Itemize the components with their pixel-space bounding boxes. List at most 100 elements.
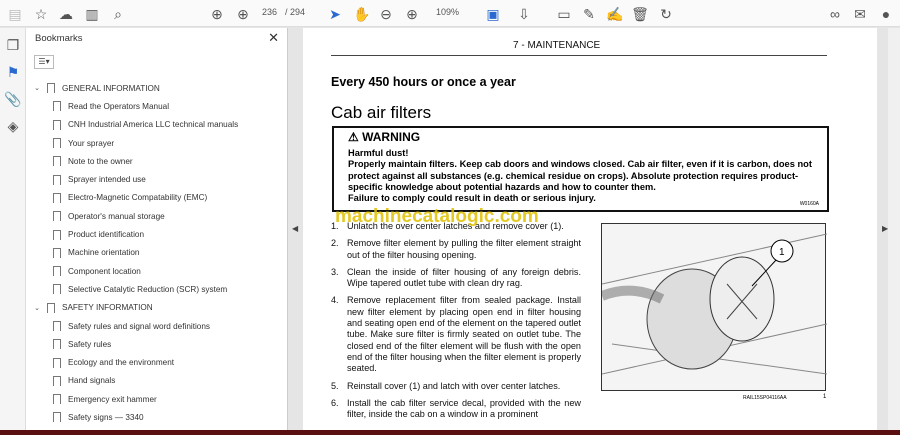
fit-page-icon[interactable]: ▣ — [484, 5, 502, 23]
toolbar: ▤ ☆ ☁ ▥ ⌕ ⊕ ⊕ 236 / 294 ➤ ✋ ⊖ ⊕ 109% ▣ ⇩… — [0, 0, 900, 27]
star-icon[interactable]: ☆ — [32, 5, 50, 23]
bookmark-item[interactable]: Safety rules and signal word definitions — [26, 317, 281, 335]
bookmark-item[interactable]: Product identification — [26, 225, 281, 243]
page-total: / 294 — [285, 7, 306, 17]
step-item: 6. Install the cab filter service decal, … — [331, 398, 581, 421]
vertical-scrollbar[interactable] — [888, 28, 900, 430]
step-number: 2. — [331, 238, 339, 249]
bookmark-item[interactable]: Machine orientation — [26, 244, 281, 262]
bookmark-label: Safety rules — [68, 339, 112, 349]
bookmark-item[interactable]: Sprayer intended use — [26, 170, 281, 188]
print-icon[interactable]: ▥ — [83, 5, 101, 23]
bookmark-options-icon[interactable]: ☰▾ — [34, 55, 54, 69]
sign-icon[interactable]: ✍ — [606, 5, 624, 23]
bookmark-flag-icon — [53, 119, 61, 130]
bookmark-label: Operator's manual storage — [68, 211, 165, 221]
close-icon[interactable]: ✕ — [268, 30, 279, 46]
bookmark-item[interactable]: CNH Industrial America LLC technical man… — [26, 116, 281, 134]
next-page-icon[interactable]: ⊕ — [234, 5, 252, 23]
bookmark-flag-icon — [53, 229, 61, 240]
trash-icon[interactable]: 🗑 — [631, 5, 649, 23]
bookmark-item[interactable]: Component location — [26, 262, 281, 280]
page-title: Cab air filters — [331, 103, 432, 122]
bookmark-label: SAFETY INFORMATION — [62, 303, 153, 313]
collapse-left-icon[interactable]: ◀ — [292, 224, 298, 233]
bookmark-flag-icon — [53, 321, 61, 331]
bookmark-flag-icon — [53, 339, 61, 350]
bookmark-flag-icon — [53, 101, 61, 112]
scroll-mode-icon[interactable]: ⇩ — [515, 5, 533, 23]
chevron-down-icon[interactable]: ⌄ — [30, 84, 44, 92]
chevron-down-icon[interactable]: ⌄ — [30, 304, 44, 312]
bookmark-item[interactable]: Safety signs — 3340 — [26, 408, 281, 426]
step-item: 4. Remove replacement filter from sealed … — [331, 295, 581, 374]
zoom-level[interactable]: 109% — [436, 7, 459, 17]
previous-page-icon[interactable]: ⊕ — [208, 5, 226, 23]
filter-figure: 1 — [600, 223, 828, 391]
rotate-icon[interactable]: ↻ — [657, 5, 675, 23]
bookmark-icon[interactable]: ⚑ — [4, 63, 22, 81]
watermark: machinecatalogic.com — [335, 206, 539, 227]
bookmark-label: Machine orientation — [68, 248, 140, 258]
page-number-input[interactable]: 236 — [262, 7, 277, 17]
bookmark-flag-icon — [53, 284, 61, 295]
bookmark-flag-icon — [53, 375, 61, 386]
step-text: Reinstall cover (1) and latch with over … — [347, 380, 561, 391]
bookmark-flag-icon — [53, 138, 61, 149]
bookmark-item[interactable]: Read the Operators Manual — [26, 97, 281, 115]
warning-code: W0160A — [799, 201, 819, 207]
bookmark-label: Product identification — [68, 230, 145, 240]
bookmark-item[interactable]: Note to the owner — [26, 152, 281, 170]
bookmark-section[interactable]: ⌄ SAFETY INFORMATION — [26, 299, 281, 317]
bookmark-item[interactable]: Your sprayer — [26, 134, 281, 152]
email-icon[interactable]: ✉ — [851, 5, 869, 23]
layers-icon[interactable]: ◈ — [4, 117, 22, 135]
bookmark-item[interactable]: Selective Catalytic Reduction (SCR) syst… — [26, 280, 281, 298]
comment-icon[interactable]: ▭ — [555, 5, 573, 23]
pen-icon[interactable]: ✎ — [580, 5, 598, 23]
figure-caption: RAIL15SP04116AA — [743, 395, 787, 401]
zoom-in-icon[interactable]: ⊕ — [403, 5, 421, 23]
bookmark-label: Hand signals — [68, 376, 116, 386]
save-icon[interactable]: ▤ — [6, 5, 24, 23]
bookmark-list: ⌄ GENERAL INFORMATION Read the Operators M… — [26, 79, 281, 427]
upload-cloud-icon[interactable]: ☁ — [57, 5, 75, 23]
figure-callout: 1 — [779, 247, 785, 258]
bookmark-item[interactable]: Electro-Magnetic Compatability (EMC) — [26, 189, 281, 207]
share-link-icon[interactable]: ∞ — [826, 5, 844, 23]
warning-box: ⚠ WARNING Harmful dust! Properly maintai… — [332, 126, 829, 212]
bookmark-item[interactable]: Operator's manual storage — [26, 207, 281, 225]
bookmark-label: Your sprayer — [68, 138, 115, 148]
bookmark-item[interactable]: Emergency exit hammer — [26, 390, 281, 408]
bookmark-flag-icon — [53, 192, 61, 203]
warning-title: ⚠ WARNING — [348, 130, 421, 144]
search-icon[interactable]: ⌕ — [109, 5, 127, 23]
bookmark-label: Electro-Magnetic Compatability (EMC) — [68, 193, 208, 203]
bookmark-item[interactable]: Safety rules — [26, 335, 281, 353]
step-item: 5. Reinstall cover (1) and latch with ove… — [331, 381, 581, 392]
pages-icon[interactable]: ❐ — [4, 36, 22, 54]
pdf-page: 7 - MAINTENANCE Every 450 hours or once … — [303, 28, 877, 430]
zoom-out-icon[interactable]: ⊖ — [377, 5, 395, 23]
attachment-icon[interactable]: 📎 — [4, 90, 22, 108]
bookmark-label: CNH Industrial America LLC technical man… — [68, 120, 239, 130]
interval-heading: Every 450 hours or once a year — [331, 75, 516, 89]
hand-icon[interactable]: ✋ — [353, 5, 371, 23]
bookmark-item[interactable]: Ecology and the environment — [26, 353, 281, 371]
step-number: 6. — [331, 397, 339, 408]
step-item: 3. Clean the inside of filter housing of … — [331, 267, 581, 290]
bookmarks-panel: Bookmarks ✕ ☰▾ ⌄ GENERAL INFORMATION Read … — [26, 28, 310, 430]
bookmark-flag-icon — [53, 394, 61, 405]
bookmark-label: Safety signs — 3340 — [68, 412, 144, 422]
bookmark-item[interactable]: Hand signals — [26, 372, 281, 390]
bookmark-label: Ecology and the environment — [68, 358, 175, 368]
bookmark-section[interactable]: ⌄ GENERAL INFORMATION — [26, 79, 281, 97]
account-icon[interactable]: ● — [877, 5, 895, 23]
step-number: 5. — [331, 380, 339, 391]
bookmark-label: Selective Catalytic Reduction (SCR) syst… — [68, 284, 228, 294]
step-text: Install the cab filter service decal, pr… — [347, 397, 581, 420]
select-cursor-icon[interactable]: ➤ — [326, 5, 344, 23]
bookmark-flag-icon — [53, 156, 61, 167]
step-text: Clean the inside of filter housing of an… — [347, 266, 581, 289]
bookmark-label: Safety rules and signal word definitions — [68, 321, 210, 331]
